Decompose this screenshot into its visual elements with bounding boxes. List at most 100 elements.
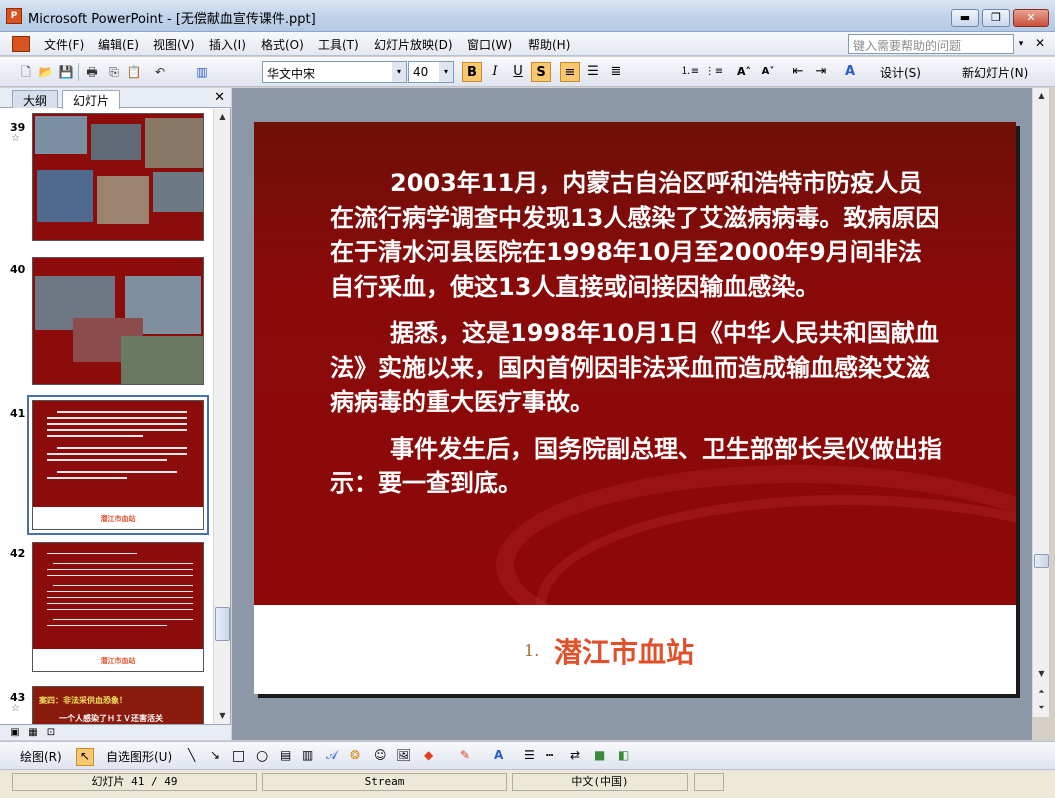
vertical-textbox-icon[interactable]: ▥: [302, 748, 313, 766]
arrow-icon[interactable]: ↘: [210, 748, 220, 766]
autoshapes-button[interactable]: 自选图形(U): [106, 748, 172, 766]
shadow-style-icon[interactable]: ■: [594, 748, 605, 766]
help-search-input[interactable]: 键入需要帮助的问题: [848, 34, 1014, 54]
shrink-font-icon[interactable]: A˅: [758, 62, 778, 82]
status-empty-box: [694, 773, 724, 791]
chevron-down-icon[interactable]: ▾: [439, 62, 453, 82]
3d-style-icon[interactable]: ◧: [618, 748, 629, 766]
copy-icon[interactable]: ⎘: [104, 62, 124, 82]
tab-slides[interactable]: 幻灯片: [62, 90, 121, 109]
chart-icon[interactable]: ▥: [192, 62, 212, 82]
font-color-icon[interactable]: A: [840, 62, 860, 82]
decrease-indent-icon[interactable]: ⇤: [788, 62, 808, 82]
save-icon[interactable]: 💾: [56, 62, 76, 82]
scroll-up-icon[interactable]: ▲: [214, 109, 231, 125]
document-close-button[interactable]: ✕: [1032, 36, 1048, 52]
scroll-up-icon[interactable]: ▲: [1033, 88, 1050, 104]
menu-help[interactable]: 帮助(H): [528, 36, 570, 53]
text-line: [47, 429, 187, 431]
scrollbar-thumb[interactable]: [215, 607, 230, 641]
design-button[interactable]: 设计(S): [880, 64, 921, 81]
fill-color-icon[interactable]: ◆: [424, 748, 433, 766]
text-line: [53, 563, 193, 564]
menu-view[interactable]: 视图(V): [153, 36, 195, 53]
print-icon[interactable]: 🖶: [82, 62, 102, 82]
line-color-icon[interactable]: ✎: [460, 748, 470, 766]
oval-icon[interactable]: ○: [256, 748, 268, 766]
bullets-icon[interactable]: ⋮≡: [704, 62, 724, 82]
slideshow-icon[interactable]: ⊡: [44, 726, 58, 739]
close-button[interactable]: ✕: [1013, 9, 1049, 27]
slide-paragraph: 2003年11月，内蒙古自治区呼和浩特市防疫人员在流行病学调查中发现13人感染了…: [330, 169, 940, 301]
align-left-icon[interactable]: ≡: [560, 62, 580, 82]
diagram-icon[interactable]: ❂: [350, 748, 360, 766]
underline-button[interactable]: U: [508, 62, 528, 82]
menu-insert[interactable]: 插入(I): [209, 36, 246, 53]
previous-slide-icon[interactable]: ⏶: [1033, 684, 1050, 700]
menu-edit[interactable]: 编辑(E): [98, 36, 139, 53]
slide-thumbnail-40[interactable]: [32, 257, 204, 385]
next-slide-icon[interactable]: ⏷: [1033, 700, 1050, 716]
align-right-icon[interactable]: ≣: [606, 62, 626, 82]
numbering-icon[interactable]: ⒈≡: [680, 62, 700, 82]
grow-font-icon[interactable]: A˄: [734, 62, 754, 82]
font-size-select[interactable]: 40 ▾: [408, 61, 454, 83]
line-style-icon[interactable]: ☰: [524, 748, 535, 766]
font-name-select[interactable]: 华文中宋 ▾: [262, 61, 407, 83]
current-slide[interactable]: 2003年11月，内蒙古自治区呼和浩特市防疫人员在流行病学调查中发现13人感染了…: [254, 122, 1016, 694]
wordart-icon[interactable]: 𝒜: [326, 748, 337, 766]
animation-star-icon: ☆: [11, 703, 20, 714]
photo: [145, 118, 203, 168]
new-icon[interactable]: 🗋: [16, 62, 36, 82]
slides-panel: 大纲 幻灯片 ✕ 39 ☆ 40 41 潜江市血站 42 潜江市血站 43 ☆ …: [0, 88, 231, 740]
slide-body-text[interactable]: 2003年11月，内蒙古自治区呼和浩特市防疫人员在流行病学调查中发现13人感染了…: [330, 166, 942, 513]
open-icon[interactable]: 📂: [36, 62, 56, 82]
help-dropdown-icon[interactable]: ▾: [1014, 34, 1028, 54]
dash-style-icon[interactable]: ┅: [546, 748, 553, 766]
panel-close-icon[interactable]: ✕: [214, 90, 225, 105]
italic-button[interactable]: I: [485, 62, 505, 82]
minimize-button[interactable]: ▬: [951, 9, 979, 27]
arrow-style-icon[interactable]: ⇄: [570, 748, 580, 766]
paste-icon[interactable]: 📋: [124, 62, 144, 82]
textbox-icon[interactable]: ▤: [280, 748, 291, 766]
menu-window[interactable]: 窗口(W): [467, 36, 512, 53]
slide-thumbnail-41[interactable]: 潜江市血站: [27, 395, 209, 535]
slide-thumbnail-39[interactable]: [32, 113, 204, 241]
clipart-icon[interactable]: ☺: [374, 748, 387, 766]
slide-scrollbar[interactable]: ▲ ▼ ⏶ ⏷: [1032, 88, 1049, 717]
scrollbar-thumb[interactable]: [1034, 554, 1049, 568]
document-icon[interactable]: [12, 36, 30, 52]
draw-menu-button[interactable]: 绘图(R): [20, 748, 62, 766]
thumbnails-scrollbar[interactable]: ▲ ▼: [213, 109, 230, 724]
footer-organization[interactable]: 潜江市血站: [554, 631, 694, 671]
new-slide-button[interactable]: 新幻灯片(N): [962, 64, 1028, 81]
menu-file[interactable]: 文件(F): [44, 36, 84, 53]
align-center-icon[interactable]: ☰: [583, 62, 603, 82]
slide-sorter-icon[interactable]: ▦: [26, 726, 40, 739]
thumbnail-footer: 潜江市血站: [33, 649, 203, 671]
scroll-down-icon[interactable]: ▼: [1033, 666, 1050, 682]
bold-button[interactable]: B: [462, 62, 482, 82]
font-color-icon[interactable]: A: [494, 748, 503, 766]
text-line: [47, 603, 193, 604]
normal-view-icon[interactable]: ▣: [8, 726, 22, 739]
line-icon[interactable]: ╲: [188, 748, 195, 766]
menu-format[interactable]: 格式(O): [261, 36, 304, 53]
scroll-down-icon[interactable]: ▼: [214, 708, 231, 724]
increase-indent-icon[interactable]: ⇥: [811, 62, 831, 82]
text-line: [47, 569, 193, 570]
select-pointer-icon[interactable]: ↖: [76, 748, 94, 766]
tab-outline[interactable]: 大纲: [12, 90, 59, 108]
slide-thumbnail-42[interactable]: 潜江市血站: [32, 542, 204, 672]
chevron-down-icon[interactable]: ▾: [392, 62, 406, 82]
picture-icon[interactable]: 🖼: [396, 748, 411, 766]
menu-tools[interactable]: 工具(T): [318, 36, 359, 53]
powerpoint-app-icon[interactable]: P: [6, 8, 22, 24]
rectangle-icon[interactable]: □: [232, 748, 245, 766]
maximize-button[interactable]: ❐: [982, 9, 1010, 27]
menu-slideshow[interactable]: 幻灯片放映(D): [374, 36, 453, 53]
slide-thumbnail-43[interactable]: 案四：非法采供血恐象！ 一个人感染了ＨＩＶ还害活关: [32, 686, 204, 724]
shadow-button[interactable]: S: [531, 62, 551, 82]
undo-icon[interactable]: ↶: [150, 62, 170, 82]
